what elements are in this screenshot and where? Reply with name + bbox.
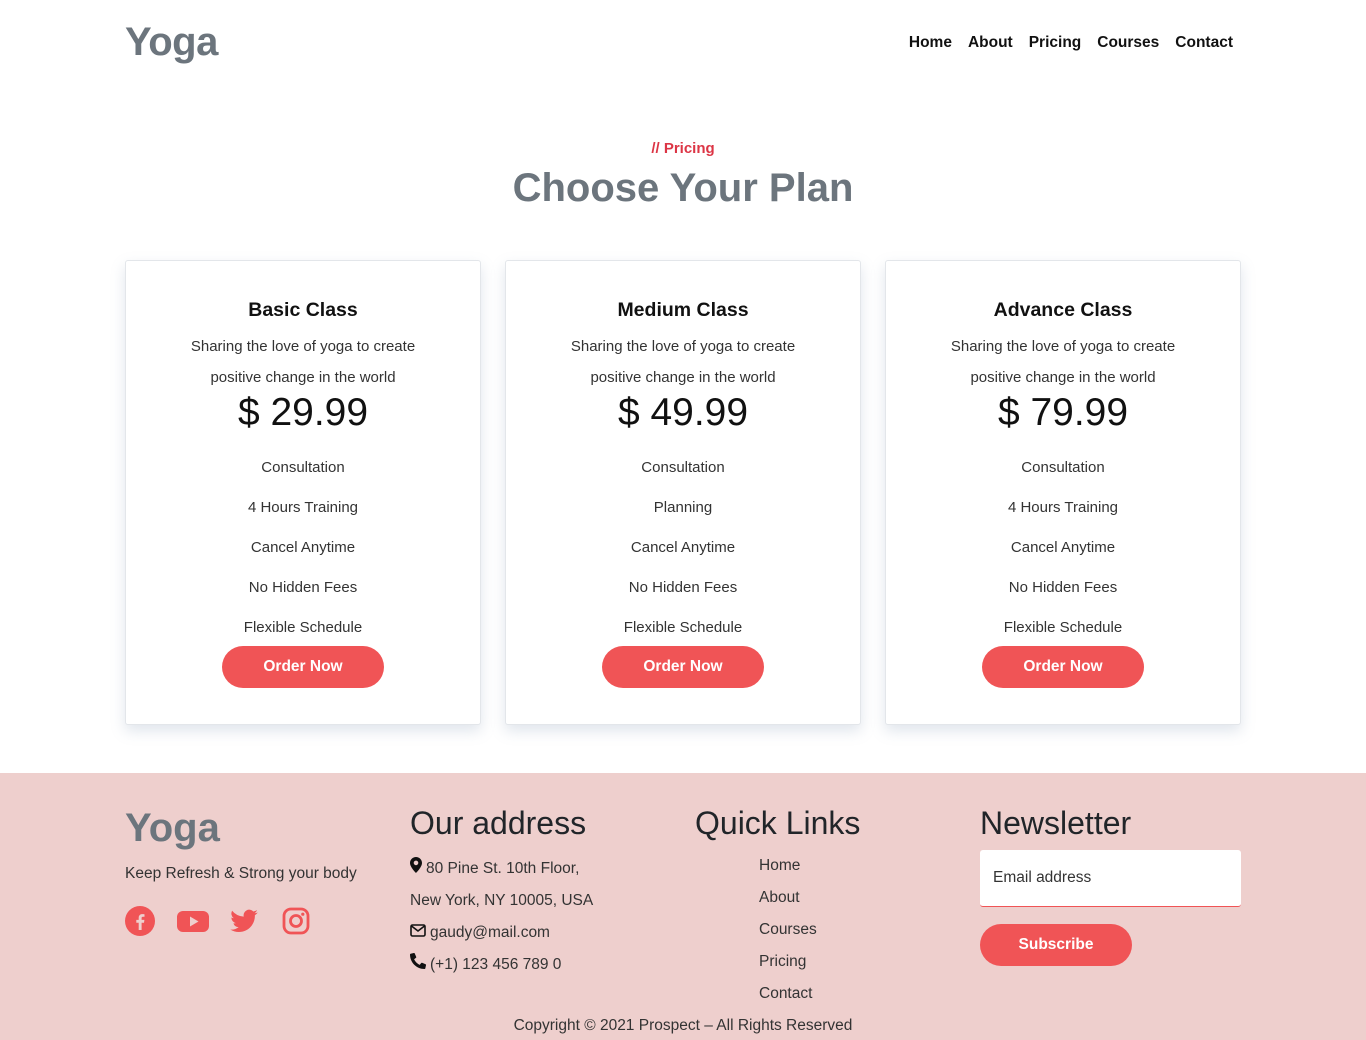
feature-item: Consultation [261,459,345,476]
feature-item: No Hidden Fees [628,579,738,596]
subscribe-button[interactable]: Subscribe [980,924,1132,966]
nav-contact[interactable]: Contact [1175,34,1233,52]
instagram-icon[interactable] [281,906,313,936]
site-logo[interactable]: Yoga [125,20,218,65]
order-now-button[interactable]: Order Now [602,646,764,688]
twitter-icon[interactable] [229,906,261,936]
feature-item: 4 Hours Training [1007,499,1119,516]
envelope-icon [410,920,426,946]
plan-price: $ 79.99 [997,391,1129,434]
feature-item: 4 Hours Training [247,499,359,516]
quick-link-home[interactable]: Home [759,853,817,885]
newsletter-email-input[interactable] [980,850,1241,907]
youtube-icon[interactable] [177,906,209,936]
nav-about[interactable]: About [968,34,1013,52]
order-now-button[interactable]: Order Now [982,646,1144,688]
address-line2: New York, NY 10005, USA [410,892,594,909]
quick-link-pricing[interactable]: Pricing [759,949,817,981]
footer-tagline: Keep Refresh & Strong your body [125,865,357,882]
email-row: gaudy@mail.com [410,917,593,949]
feature-item: Consultation [1021,459,1105,476]
nav-pricing[interactable]: Pricing [1029,34,1082,52]
feature-item: Cancel Anytime [1010,539,1116,556]
copyright-text: Copyright © 2021 Prospect – All Rights R… [513,1017,853,1034]
plan-title: Advance Class [993,299,1133,321]
plan-title: Medium Class [617,299,749,321]
contact-phone[interactable]: (+1) 123 456 789 0 [430,952,561,978]
plan-features: Consultation Planning Cancel Anytime No … [506,454,860,654]
nav-home[interactable]: Home [909,34,952,52]
social-links [125,906,313,936]
feature-item: Cancel Anytime [250,539,356,556]
plan-features: Consultation 4 Hours Training Cancel Any… [886,454,1240,654]
plan-price: $ 49.99 [617,391,749,434]
plan-price: $ 29.99 [237,391,369,434]
quick-link-contact[interactable]: Contact [759,981,817,1013]
order-now-button[interactable]: Order Now [222,646,384,688]
feature-item: No Hidden Fees [248,579,358,596]
site-header: Yoga Home About Pricing Courses Contact [0,0,1366,90]
pricing-cards: Basic Class Sharing the love of yoga to … [125,260,1241,725]
quick-link-about[interactable]: About [759,885,817,917]
quick-links: Home About Courses Pricing Contact [759,853,817,1013]
plan-description: Sharing the love of yoga to create posit… [950,338,1176,386]
footer-logo[interactable]: Yoga [125,806,220,851]
main-nav: Home About Pricing Courses Contact [909,34,1233,52]
pricing-card-medium: Medium Class Sharing the love of yoga to… [505,260,861,725]
site-footer: Yoga Keep Refresh & Strong your body Our… [0,773,1366,1040]
pricing-card-basic: Basic Class Sharing the love of yoga to … [125,260,481,725]
plan-features: Consultation 4 Hours Training Cancel Any… [126,454,480,654]
feature-item: No Hidden Fees [1008,579,1118,596]
phone-icon [410,952,427,978]
address-heading: Our address [410,805,587,841]
plan-title: Basic Class [248,299,358,321]
quick-link-courses[interactable]: Courses [759,917,817,949]
facebook-icon[interactable] [125,906,157,936]
contact-email[interactable]: gaudy@mail.com [430,920,550,946]
address-line1: 80 Pine St. 10th Floor, [426,860,580,877]
feature-item: Cancel Anytime [630,539,736,556]
address-block: 80 Pine St. 10th Floor, New York, NY 100… [410,853,593,981]
section-tag: // Pricing [651,140,715,157]
newsletter-heading: Newsletter [980,805,1132,841]
quick-links-heading: Quick Links [695,805,861,841]
map-marker-icon [410,856,422,882]
plan-description: Sharing the love of yoga to create posit… [190,338,416,386]
phone-row: (+1) 123 456 789 0 [410,949,593,981]
address-row: 80 Pine St. 10th Floor, [410,853,593,885]
plan-description: Sharing the love of yoga to create posit… [570,338,796,386]
feature-item: Consultation [641,459,725,476]
nav-courses[interactable]: Courses [1097,34,1159,52]
feature-item: Planning [653,499,713,516]
section-title: Choose Your Plan [512,166,854,210]
address-row: New York, NY 10005, USA [410,885,593,917]
pricing-card-advance: Advance Class Sharing the love of yoga t… [885,260,1241,725]
